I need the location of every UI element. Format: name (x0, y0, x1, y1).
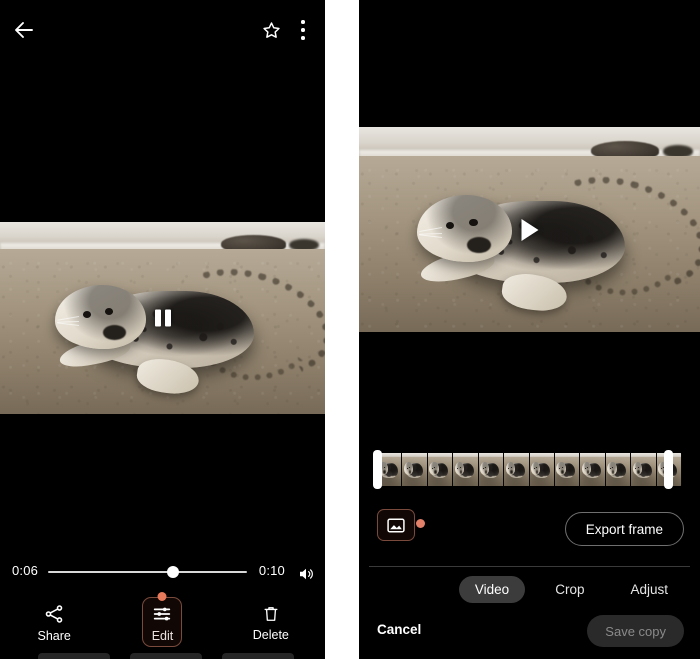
left-panel-video-viewer: 0:06 0:10 Share Edit Delete (0, 0, 325, 659)
share-label: Share (37, 629, 71, 643)
play-icon[interactable] (521, 218, 538, 241)
edit-button[interactable]: Edit (108, 591, 216, 655)
cancel-button[interactable]: Cancel (377, 622, 421, 637)
delete-button[interactable]: Delete (217, 591, 325, 655)
footer-divider (369, 566, 690, 567)
left-action-bar: Share Edit Delete (0, 591, 325, 655)
tab-adjust[interactable]: Adjust (614, 576, 684, 603)
save-copy-button[interactable]: Save copy (587, 615, 684, 647)
export-frame-badge-dot (416, 519, 425, 528)
pause-icon[interactable] (154, 309, 171, 327)
total-time-label: 0:10 (258, 563, 285, 578)
left-video-surface[interactable] (0, 222, 325, 414)
filmstrip-frame[interactable] (580, 453, 606, 486)
filmstrip-frame[interactable] (504, 453, 530, 486)
filmstrip-frame[interactable] (402, 453, 428, 486)
export-frame-button[interactable]: Export frame (564, 512, 684, 546)
screenshot-stage: 0:06 0:10 Share Edit Delete Export frame… (0, 0, 700, 659)
star-outline-icon[interactable] (257, 16, 285, 44)
right-video-surface[interactable] (359, 127, 700, 332)
more-vert-icon[interactable] (291, 16, 315, 44)
editor-tab-bar: Video Crop Adjust (359, 573, 700, 605)
right-panel-video-editor: Export frame Video Crop Adjust Cancel Sa… (359, 0, 700, 659)
filmstrip-frame[interactable] (453, 453, 479, 486)
tab-crop[interactable]: Crop (539, 576, 600, 603)
trim-handle-left[interactable] (373, 450, 382, 489)
back-arrow-icon[interactable] (10, 16, 38, 44)
delete-label: Delete (252, 628, 289, 642)
filmstrip-frame[interactable] (427, 453, 454, 486)
tab-video[interactable]: Video (458, 575, 526, 603)
current-time-label: 0:06 (12, 563, 39, 578)
filmstrip-frame[interactable] (478, 453, 505, 486)
filmstrip-frame[interactable] (529, 453, 555, 486)
timeline-filmstrip[interactable] (377, 453, 682, 486)
export-frame-icon[interactable] (377, 509, 415, 541)
progress-thumb[interactable] (167, 566, 180, 578)
progress-track[interactable] (48, 566, 247, 578)
playback-scrubber[interactable]: 0:06 0:10 (0, 555, 325, 589)
edit-badge-dot (157, 592, 167, 601)
trim-handle-right[interactable] (664, 450, 673, 489)
share-button[interactable]: Share (0, 591, 108, 655)
volume-up-icon[interactable] (295, 565, 317, 583)
nav-hint-bars (0, 651, 325, 659)
filmstrip-frame[interactable] (554, 453, 581, 486)
filmstrip-frame[interactable] (605, 453, 632, 486)
left-top-bar (0, 0, 325, 60)
filmstrip-frame[interactable] (631, 453, 657, 486)
